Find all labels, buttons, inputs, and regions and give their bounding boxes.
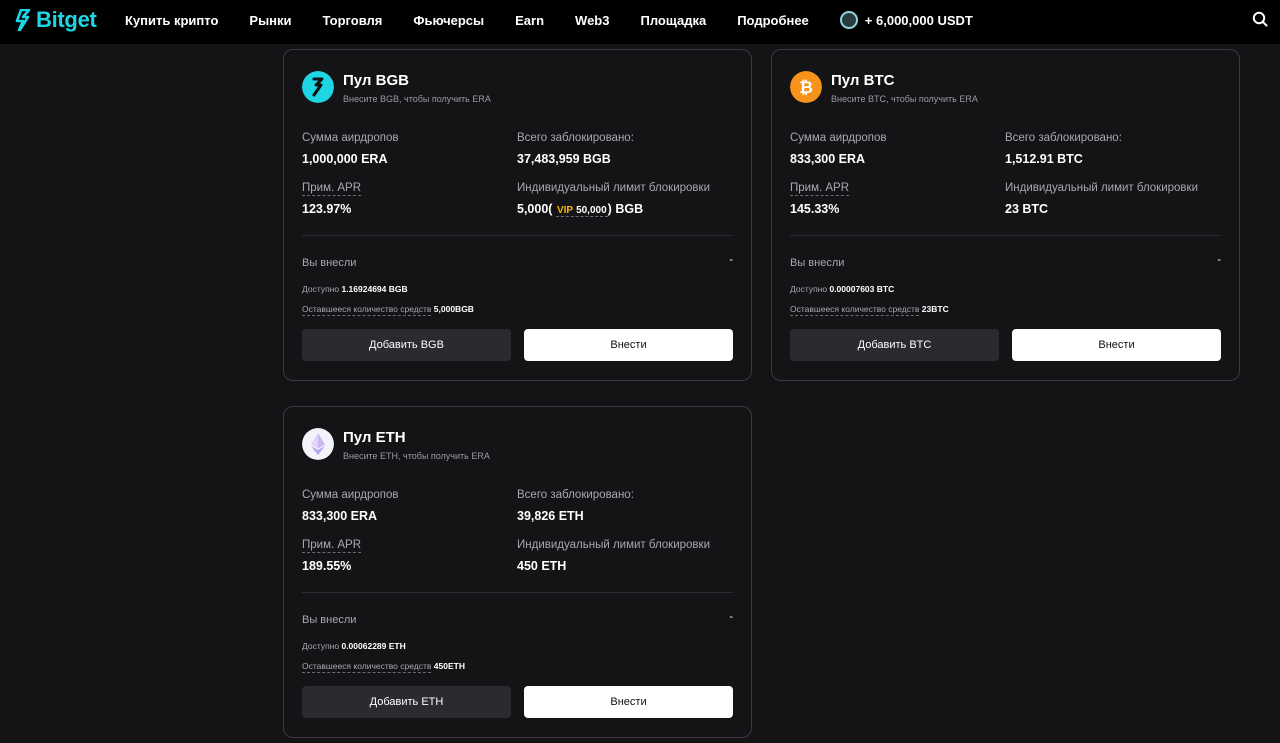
individual-limit-label: Индивидуальный лимит блокировки [517, 539, 710, 551]
nav-trade[interactable]: Торговля [323, 13, 383, 28]
nav-futures[interactable]: Фьючерсы [413, 13, 484, 28]
airdrop-total-value: 1,000,000 ERA [302, 152, 388, 166]
nav-buy-crypto[interactable]: Купить крипто [125, 13, 218, 28]
remaining-line: Оставшееся количество средств 450ETH [302, 661, 465, 673]
pool-card-btc: ₿ Пул BTC Внесите BTC, чтобы получить ER… [771, 49, 1240, 381]
vip-tag: VIP [556, 205, 574, 216]
nav-launchpad[interactable]: Площадка [640, 13, 706, 28]
eth-coin-icon [302, 428, 334, 460]
remaining-line: Оставшееся количество средств 5,000BGB [302, 304, 474, 316]
est-apr-label[interactable]: Прим. APR [790, 182, 850, 196]
total-locked-value: 37,483,959 BGB [517, 152, 611, 166]
airdrop-total-label: Сумма аирдропов [302, 132, 399, 144]
you-deposited-value: - [1217, 254, 1221, 266]
limit-paren-close: ) [607, 202, 612, 216]
airdrop-total-value: 833,300 ERA [790, 152, 866, 166]
you-deposited-label: Вы внесли [790, 257, 845, 269]
pool-title: Пул ETH [343, 429, 406, 446]
add-eth-button[interactable]: Добавить ETH [302, 686, 511, 718]
total-locked-value: 39,826 ETH [517, 509, 584, 523]
bitget-logo[interactable]: Bitget [14, 7, 97, 33]
add-btc-button[interactable]: Добавить BTC [790, 329, 999, 361]
individual-limit-value: 23 BTC [1005, 202, 1049, 216]
available-line: Доступно 0.00007603 BTC [790, 284, 894, 294]
vip-limit[interactable]: VIP 50,000 [555, 205, 608, 217]
you-deposited-value: - [729, 611, 733, 623]
logo-text: Bitget [36, 7, 97, 32]
available-value: 0.00007603 BTC [829, 284, 895, 294]
limit-amount: 5,000 [517, 202, 549, 216]
you-deposited-label: Вы внесли [302, 614, 357, 626]
available-label: Доступно [302, 284, 340, 294]
remaining-value: 23BTC [921, 304, 949, 314]
promo-text: + 6,000,000 USDT [864, 12, 973, 28]
available-value: 0.00062289 ETH [341, 641, 406, 651]
divider [790, 235, 1221, 236]
deposit-button[interactable]: Внести [524, 329, 733, 361]
btc-coin-icon: ₿ [790, 71, 822, 103]
est-apr-value: 189.55% [302, 559, 352, 573]
remaining-value: 5,000BGB [433, 304, 474, 314]
top-navigation-bar: Bitget Купить крипто Рынки Торговля Фьюч… [0, 0, 1280, 44]
svg-text:₿: ₿ [799, 78, 813, 97]
add-bgb-button[interactable]: Добавить BGB [302, 329, 511, 361]
search-icon[interactable] [1252, 11, 1268, 27]
remaining-label[interactable]: Оставшееся количество средств [302, 661, 432, 673]
nav-web3[interactable]: Web3 [575, 13, 609, 28]
you-deposited-label: Вы внесли [302, 257, 357, 269]
est-apr-label[interactable]: Прим. APR [302, 182, 362, 196]
available-line: Доступно 0.00062289 ETH [302, 641, 406, 651]
airdrop-total-label: Сумма аирдропов [302, 489, 399, 501]
total-locked-value: 1,512.91 BTC [1005, 152, 1083, 166]
main-nav: Купить крипто Рынки Торговля Фьючерсы Ea… [125, 0, 1004, 40]
bgb-coin-icon [302, 71, 334, 103]
vip-limit-value: 50,000 [576, 205, 607, 216]
individual-limit-value: 450 ETH [517, 559, 567, 573]
pool-subtitle: Внесите BGB, чтобы получить ERA [343, 94, 491, 104]
airdrop-total-value: 833,300 ERA [302, 509, 378, 523]
deposit-button[interactable]: Внести [1012, 329, 1221, 361]
pool-title: Пул BGB [343, 72, 409, 89]
nav-earn[interactable]: Earn [515, 13, 544, 28]
individual-limit-label: Индивидуальный лимит блокировки [1005, 182, 1198, 194]
total-locked-label: Всего заблокировано: [517, 132, 634, 144]
est-apr-label[interactable]: Прим. APR [302, 539, 362, 553]
individual-limit-value: 5,000( VIP 50,000) BGB [517, 202, 643, 217]
nav-markets[interactable]: Рынки [249, 13, 291, 28]
you-deposited-value: - [729, 254, 733, 266]
remaining-value: 450ETH [433, 661, 465, 671]
divider [302, 592, 733, 593]
promo-badge-icon [839, 11, 858, 29]
pool-subtitle: Внесите ETH, чтобы получить ERA [343, 451, 490, 461]
pool-card-eth: Пул ETH Внесите ETH, чтобы получить ERA … [283, 406, 752, 738]
nav-more[interactable]: Подробнее [737, 13, 809, 28]
remaining-line: Оставшееся количество средств 23BTC [790, 304, 949, 316]
airdrop-total-label: Сумма аирдропов [790, 132, 887, 144]
deposit-button[interactable]: Внести [524, 686, 733, 718]
individual-limit-label: Индивидуальный лимит блокировки [517, 182, 710, 194]
divider [302, 235, 733, 236]
total-locked-label: Всего заблокировано: [1005, 132, 1122, 144]
est-apr-value: 123.97% [302, 202, 352, 216]
pool-subtitle: Внесите BTC, чтобы получить ERA [831, 94, 978, 104]
promo-link[interactable]: + 6,000,000 USDT [839, 11, 973, 29]
available-label: Доступно [302, 641, 340, 651]
bitget-logo-icon [15, 9, 31, 31]
available-line: Доступно 1.16924694 BGB [302, 284, 408, 294]
limit-unit: BGB [615, 202, 644, 216]
pool-title: Пул BTC [831, 72, 895, 89]
available-label: Доступно [790, 284, 828, 294]
available-value: 1.16924694 BGB [341, 284, 408, 294]
remaining-label[interactable]: Оставшееся количество средств [790, 304, 920, 316]
pool-card-bgb: Пул BGB Внесите BGB, чтобы получить ERA … [283, 49, 752, 381]
est-apr-value: 145.33% [790, 202, 840, 216]
limit-paren-open: ( [548, 202, 553, 216]
total-locked-label: Всего заблокировано: [517, 489, 634, 501]
remaining-label[interactable]: Оставшееся количество средств [302, 304, 432, 316]
